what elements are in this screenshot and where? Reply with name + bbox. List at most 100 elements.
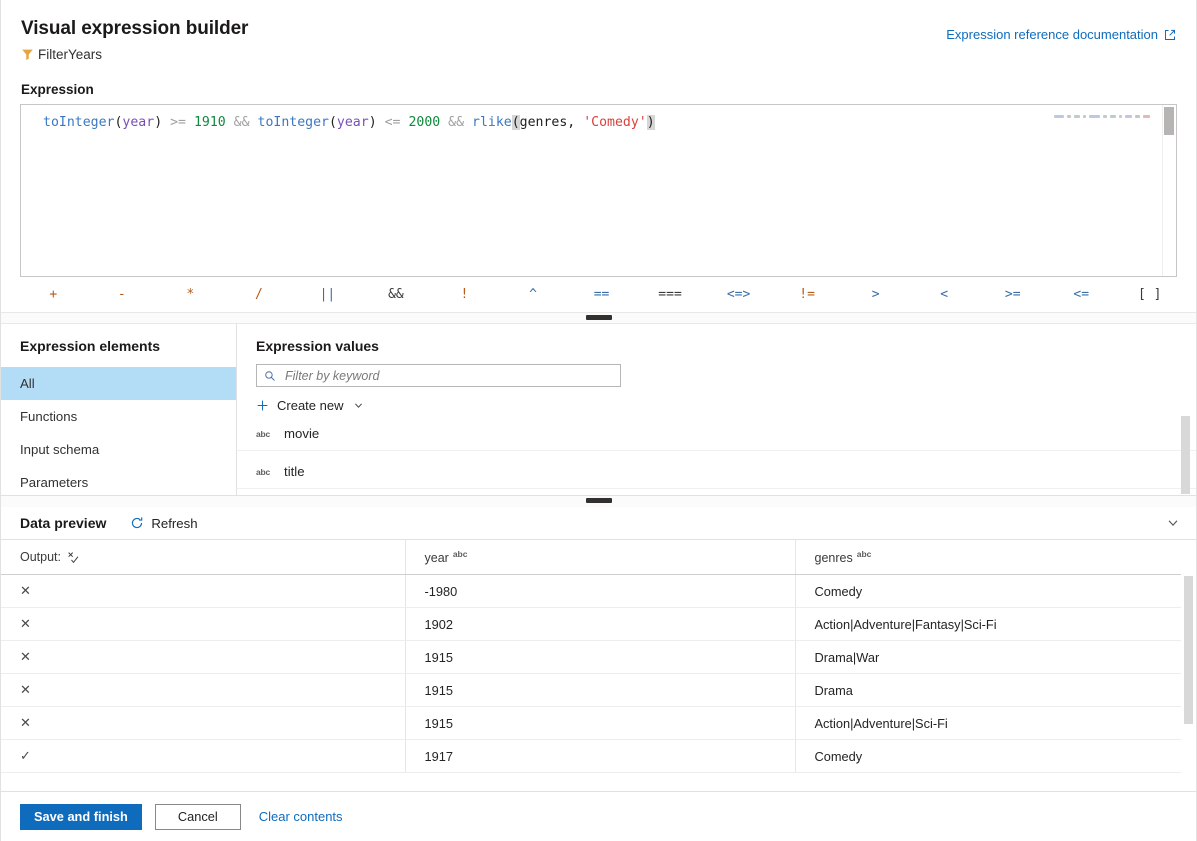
row-year: 1915 — [405, 707, 795, 740]
expression-value-item[interactable]: abc movie — [237, 417, 1196, 451]
code-token: ( — [512, 115, 520, 130]
data-preview-table: Output: yearabc genresabc ✕-1980Comedy — [1, 540, 1181, 773]
expression-element-item-input-schema[interactable]: Input schema — [1, 433, 236, 466]
column-type-badge: abc — [453, 549, 468, 559]
data-preview-resize-grip-row — [1, 496, 1196, 507]
save-and-finish-button[interactable]: Save and finish — [20, 804, 142, 830]
expression-editor[interactable]: toInteger(year) >= 1910 && toInteger(yea… — [20, 104, 1177, 277]
column-header-output-label: Output: — [20, 550, 61, 564]
chevron-down-icon — [351, 400, 364, 411]
code-token: ( — [329, 115, 337, 130]
code-token — [226, 115, 234, 130]
data-preview-collapse-chevron-down-icon[interactable] — [1166, 516, 1180, 530]
operator-button[interactable]: >= — [978, 277, 1047, 313]
code-token: toInteger — [43, 115, 114, 130]
row-genres: Action|Adventure|Fantasy|Sci-Fi — [795, 608, 1181, 641]
middle-panels: Expression elements AllFunctionsInput sc… — [1, 324, 1196, 496]
value-type-badge: abc — [256, 429, 270, 439]
row-year: 1902 — [405, 608, 795, 641]
search-icon — [264, 370, 276, 382]
code-token — [250, 115, 258, 130]
operator-button[interactable]: ! — [430, 277, 499, 313]
code-token: toInteger — [258, 115, 329, 130]
row-output-mark: ✕ — [1, 674, 405, 707]
column-header-year[interactable]: yearabc — [405, 540, 795, 575]
operator-toolbar: +-*/||&&!^=====<=>!=><>=<=[ ] — [1, 277, 1196, 313]
row-output-mark: ✕ — [1, 707, 405, 740]
operator-button[interactable]: != — [773, 277, 842, 313]
operator-button[interactable]: + — [19, 277, 88, 313]
editor-minimap — [1054, 112, 1150, 120]
code-token — [440, 115, 448, 130]
expression-value-item[interactable]: abctitle — [237, 455, 1196, 489]
external-link-icon — [1164, 29, 1176, 41]
row-genres: Drama|War — [795, 641, 1181, 674]
table-row: ✓1917Comedy — [1, 740, 1181, 773]
operator-button[interactable]: ^ — [499, 277, 568, 313]
expression-element-item-functions[interactable]: Functions — [1, 400, 236, 433]
operator-button[interactable]: || — [293, 277, 362, 313]
code-token — [377, 115, 385, 130]
value-type-badge: abc — [256, 467, 270, 477]
operator-button[interactable]: [ ] — [1116, 277, 1185, 313]
filter-input[interactable] — [283, 368, 613, 384]
data-preview-table-wrap: Output: yearabc genresabc ✕-1980Comedy — [1, 540, 1196, 792]
data-preview-resize-grip[interactable] — [586, 498, 612, 503]
operator-button[interactable]: && — [362, 277, 431, 313]
row-genres: Drama — [795, 674, 1181, 707]
column-header-year-label: year — [425, 551, 449, 565]
expression-elements-panel: Expression elements AllFunctionsInput sc… — [1, 324, 237, 495]
table-row: ✕1915Drama|War — [1, 641, 1181, 674]
row-genres: Action|Adventure|Sci-Fi — [795, 707, 1181, 740]
column-header-genres-label: genres — [815, 551, 853, 565]
expression-code[interactable]: toInteger(year) >= 1910 && toInteger(yea… — [43, 113, 655, 132]
column-header-genres[interactable]: genres abc — [795, 540, 1181, 575]
operator-button[interactable]: * — [156, 277, 225, 313]
table-scrollbar[interactable] — [1184, 576, 1193, 724]
cancel-button[interactable]: Cancel — [155, 804, 241, 830]
code-token: && — [448, 115, 464, 130]
code-token: >= — [170, 115, 186, 130]
operator-button[interactable]: == — [567, 277, 636, 313]
operator-button[interactable]: === — [636, 277, 705, 313]
create-new-button[interactable]: Create new — [256, 398, 1196, 413]
editor-scrollbar-thumb[interactable] — [1164, 107, 1174, 135]
table-body: ✕-1980Comedy✕1902Action|Adventure|Fantas… — [1, 575, 1181, 773]
data-preview-title: Data preview — [20, 515, 106, 531]
expression-element-item-parameters[interactable]: Parameters — [1, 466, 236, 499]
expression-reference-documentation-link[interactable]: Expression reference documentation — [946, 27, 1176, 42]
expression-values-list: abc movie abctitle — [237, 417, 1196, 489]
plus-icon — [256, 399, 269, 412]
expression-values-panel: Expression values Create new abcmoviea — [237, 324, 1196, 495]
expression-elements-title: Expression elements — [1, 324, 236, 367]
operator-button[interactable]: / — [225, 277, 294, 313]
refresh-button[interactable]: Refresh — [130, 516, 197, 531]
operator-button[interactable]: <= — [1047, 277, 1116, 313]
editor-resize-grip[interactable] — [586, 315, 612, 320]
stream-name-row: FilterYears — [21, 47, 1176, 62]
operator-button[interactable]: - — [88, 277, 157, 313]
clear-contents-link[interactable]: Clear contents — [259, 809, 343, 824]
code-token: 'Comedy' — [583, 115, 647, 130]
code-token: <= — [385, 115, 401, 130]
editor-scrollbar[interactable] — [1162, 105, 1176, 276]
code-token — [162, 115, 170, 130]
expression-element-item-all[interactable]: All — [1, 367, 236, 400]
filter-by-keyword-box[interactable] — [256, 364, 621, 387]
operator-button[interactable]: > — [841, 277, 910, 313]
code-token — [464, 115, 472, 130]
code-token — [186, 115, 194, 130]
row-year: 1917 — [405, 740, 795, 773]
operator-button[interactable]: < — [910, 277, 979, 313]
code-token: ) — [647, 115, 655, 130]
operator-button[interactable]: <=> — [704, 277, 773, 313]
expression-values-scrollbar[interactable] — [1181, 416, 1190, 494]
code-token: && — [234, 115, 250, 130]
column-type-badge: abc — [857, 549, 872, 559]
page-header: Visual expression builder FilterYears Ex… — [1, 0, 1196, 104]
column-header-output[interactable]: Output: — [1, 540, 405, 575]
refresh-icon — [130, 516, 144, 530]
value-label: movie — [284, 426, 319, 441]
code-token: genres, — [520, 115, 576, 130]
code-token — [575, 115, 583, 130]
